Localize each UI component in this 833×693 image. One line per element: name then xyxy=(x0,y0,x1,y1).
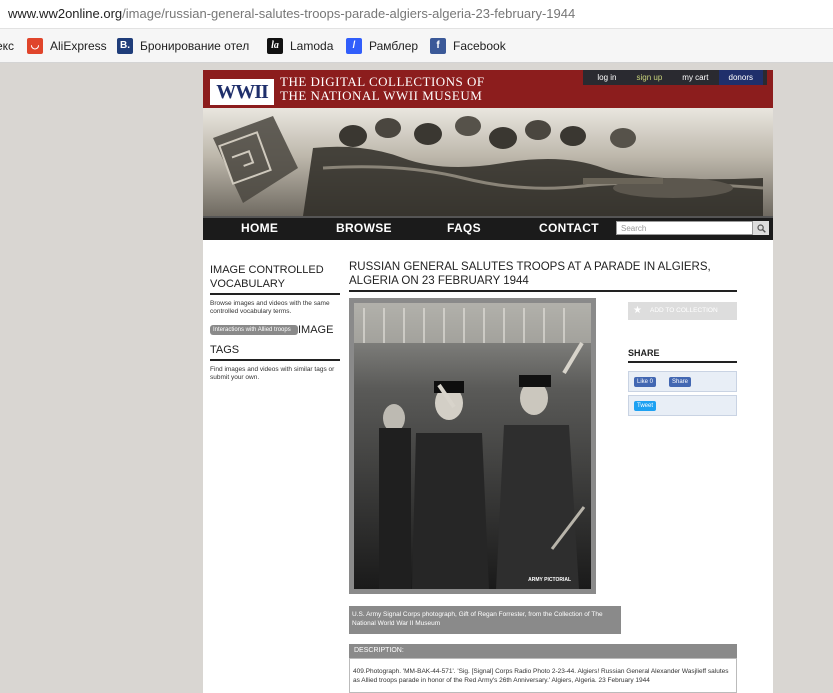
tags-heading-inline: IMAGE xyxy=(298,324,334,336)
bookmark-label: AliExpress xyxy=(50,39,107,53)
aliexpress-icon: ◡ xyxy=(27,38,43,54)
add-to-collection-button[interactable]: ★ ADD TO COLLECTION xyxy=(628,302,737,320)
site-logo[interactable]: WWII xyxy=(210,79,274,105)
vocab-description: Browse images and videos with the same c… xyxy=(210,300,330,315)
login-link[interactable]: log in xyxy=(587,70,626,85)
search-icon xyxy=(756,223,766,233)
photo-frame: ARMY PICTORIAL xyxy=(349,298,596,594)
search-button[interactable] xyxy=(752,221,769,235)
lamoda-icon: la xyxy=(267,38,283,54)
main-nav: HOME BROWSE FAQS CONTACT Search xyxy=(203,216,773,240)
facebook-share-box: Like 0 Share xyxy=(628,371,737,392)
donors-link[interactable]: donors xyxy=(718,70,763,85)
bookmark-label: екс xyxy=(0,39,15,53)
facebook-like-button[interactable]: Like 0 xyxy=(634,377,657,387)
photo-caption: U.S. Army Signal Corps photograph, Gift … xyxy=(349,606,621,634)
action-column: ★ ADD TO COLLECTION SHARE Like 0 Share T… xyxy=(628,302,737,416)
twitter-share-box: Tweet xyxy=(628,395,737,416)
nav-home[interactable]: HOME xyxy=(241,218,278,238)
booking-icon: B. xyxy=(117,38,133,54)
logo-text: WWII xyxy=(216,80,269,103)
bookmark-lamoda[interactable]: la Lamoda xyxy=(267,37,333,55)
url-path: /image/russian-general-salutes-troops-pa… xyxy=(122,6,576,21)
site-title: THE DIGITAL COLLECTIONS OF THE NATIONAL … xyxy=(280,75,540,103)
nav-contact[interactable]: CONTACT xyxy=(539,218,599,238)
description-header: DESCRIPTION: xyxy=(349,644,737,658)
bookmark-facebook[interactable]: f Facebook xyxy=(430,37,506,55)
signup-link[interactable]: sign up xyxy=(627,70,673,85)
site-title-line2: THE NATIONAL WWII MUSEUM xyxy=(280,88,483,103)
sidebar: IMAGE CONTROLLED VOCABULARY Browse image… xyxy=(210,263,340,388)
tags-heading: TAGS xyxy=(210,343,340,361)
address-bar[interactable]: www.ww2online.org/image/russian-general-… xyxy=(0,0,833,29)
bookmark-label: Lamoda xyxy=(290,39,334,53)
site-header: WWII THE DIGITAL COLLECTIONS OF THE NATI… xyxy=(203,70,773,108)
bookmark-label: Facebook xyxy=(453,39,506,53)
parade-photo-illustration xyxy=(354,303,591,589)
hero-banner-image xyxy=(203,108,773,216)
bookmarks-bar: екс ◡ AliExpress B. Бронирование отел la… xyxy=(0,29,833,63)
rambler-icon: / xyxy=(346,38,362,54)
user-links: log in sign up my cart donors xyxy=(583,70,767,85)
site-page: WWII THE DIGITAL COLLECTIONS OF THE NATI… xyxy=(203,70,773,693)
vocab-heading: IMAGE CONTROLLED VOCABULARY xyxy=(210,263,340,295)
photo-watermark: ARMY PICTORIAL xyxy=(528,577,571,583)
archival-photo[interactable]: ARMY PICTORIAL xyxy=(354,303,591,589)
hero-soldiers-illustration xyxy=(213,116,764,216)
site-title-line1: THE DIGITAL COLLECTIONS OF xyxy=(280,74,485,89)
bookmark-yandex[interactable]: екс xyxy=(0,37,14,55)
add-to-collection-label: ADD TO COLLECTION xyxy=(650,307,718,314)
bookmark-label: Бронирование отел xyxy=(140,39,250,53)
nav-browse[interactable]: BROWSE xyxy=(336,218,392,238)
facebook-share-button[interactable]: Share xyxy=(669,377,692,387)
bookmark-label: Рамблер xyxy=(369,39,419,53)
tags-description: Find images and videos with similar tags… xyxy=(210,366,335,381)
nav-faqs[interactable]: FAQS xyxy=(447,218,481,238)
share-heading: SHARE xyxy=(628,348,737,363)
tweet-button[interactable]: Tweet xyxy=(634,401,657,411)
star-icon: ★ xyxy=(633,305,642,316)
cart-link[interactable]: my cart xyxy=(672,70,718,85)
facebook-icon: f xyxy=(430,38,446,54)
url-domain: www.ww2online.org xyxy=(8,6,123,21)
page-title: RUSSIAN GENERAL SALUTES TROOPS AT A PARA… xyxy=(349,260,737,292)
vocab-tag-pill[interactable]: Interactions with Allied troops xyxy=(210,325,298,335)
bookmark-rambler[interactable]: / Рамблер xyxy=(346,37,418,55)
search-input[interactable]: Search xyxy=(616,221,768,235)
bookmark-booking[interactable]: B. Бронирование отел xyxy=(117,37,249,55)
description-text: 409.Photograph. 'MM-BAK-44-571'. 'Sig. [… xyxy=(349,658,737,693)
search-placeholder: Search xyxy=(621,224,647,233)
bookmark-aliexpress[interactable]: ◡ AliExpress xyxy=(27,37,107,55)
